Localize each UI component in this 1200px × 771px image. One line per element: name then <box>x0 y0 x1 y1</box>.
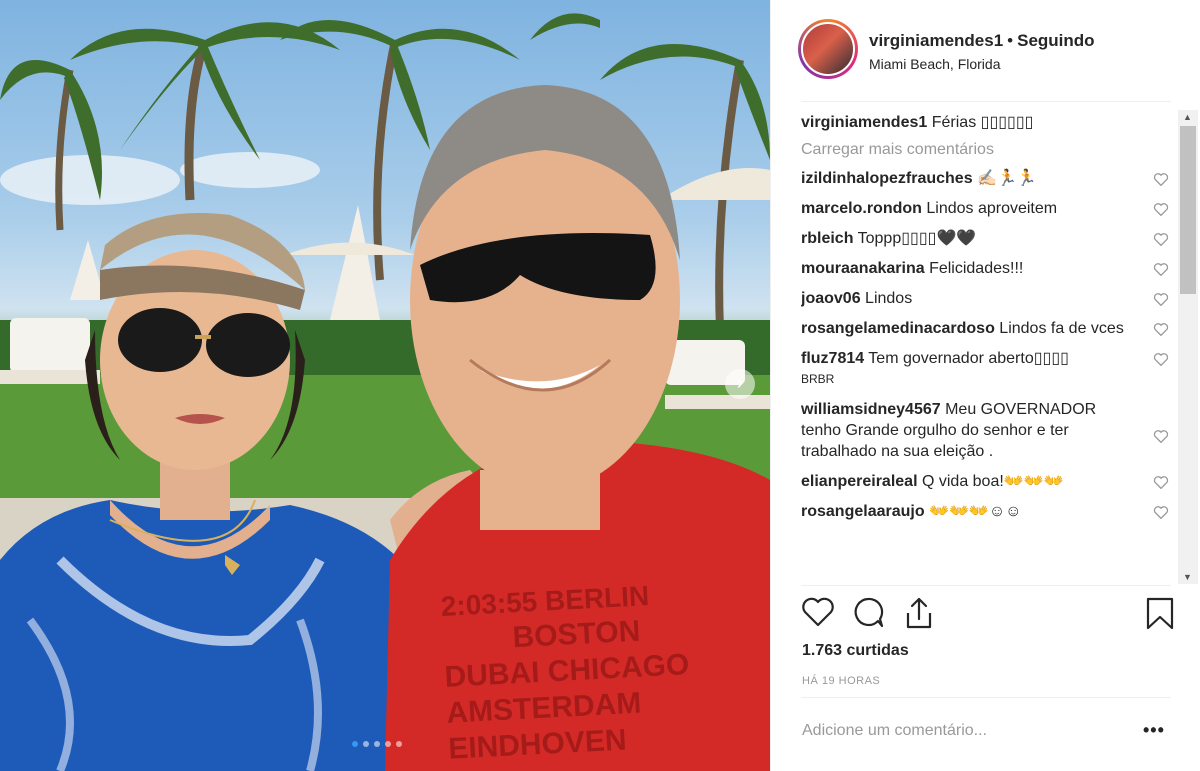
divider <box>801 101 1171 102</box>
more-options-icon[interactable]: ••• <box>1143 720 1165 741</box>
comment-text: Lindos fa de vces <box>999 320 1124 337</box>
comment-username[interactable]: izildinhalopezfrauches <box>801 170 973 187</box>
comment-text: Felicidades!!! <box>929 260 1024 277</box>
post-side-panel: virginiamendes1 • Seguindo Miami Beach, Fl… <box>770 0 1200 771</box>
shirt-print: 2:03:55 BERLIN BOSTON DUBAI CHICAGO AMST… <box>440 573 770 768</box>
comment-item: marcelo.rondon Lindos aproveitem <box>801 198 1179 219</box>
comment-text: Q vida boa!👐👐👐 <box>921 473 1064 490</box>
comments-list[interactable]: virginiamendes1 Férias ▯▯▯▯▯▯ Carregar m… <box>801 112 1179 586</box>
likes-count[interactable]: 1.763 curtidas <box>802 642 909 660</box>
bookmark-icon[interactable] <box>1143 595 1177 631</box>
comment-item: joaov06 Lindos <box>801 288 1179 309</box>
scroll-up-icon[interactable]: ▲ <box>1183 112 1192 122</box>
comment-username[interactable]: rosangelaaraujo <box>801 503 925 520</box>
carousel-dot <box>374 741 380 747</box>
heart-icon[interactable] <box>1153 429 1169 443</box>
scrollbar-thumb[interactable] <box>1180 126 1196 294</box>
comment-item: rbleich Toppp▯▯▯▯🖤🖤 <box>801 228 1179 249</box>
comment-text: Lindos <box>865 290 913 307</box>
carousel-dot <box>396 741 402 747</box>
heart-icon[interactable] <box>1153 322 1169 336</box>
heart-icon[interactable] <box>1153 292 1169 306</box>
comment-text: Lindos aproveitem <box>926 200 1058 217</box>
username-link[interactable]: virginiamendes1 <box>869 31 1003 50</box>
comment-item: fluz7814 Tem governador aberto▯▯▯▯ BRBR <box>801 348 1179 390</box>
comment-username[interactable]: rosangelamedinacardoso <box>801 320 995 337</box>
heart-icon[interactable] <box>1153 232 1169 246</box>
post-header: virginiamendes1 • Seguindo Miami Beach, Fl… <box>771 0 1200 100</box>
comment-item: williamsidney4567 Meu GOVERNADOR tenho G… <box>801 399 1179 462</box>
caption: virginiamendes1 Férias ▯▯▯▯▯▯ <box>801 112 1179 133</box>
comment-text: 👐👐👐☺☺ <box>929 503 1022 520</box>
carousel-indicator <box>352 741 402 747</box>
comments-scrollbar[interactable]: ▲ ▼ <box>1178 110 1198 584</box>
post-actions <box>801 595 1174 635</box>
next-photo-button[interactable]: › <box>725 369 755 399</box>
heart-icon[interactable] <box>1153 352 1169 366</box>
scroll-down-icon[interactable]: ▼ <box>1183 572 1192 582</box>
comment-username[interactable]: rbleich <box>801 230 853 247</box>
heart-icon[interactable] <box>1153 202 1169 216</box>
add-comment-input[interactable]: Adicione um comentário... <box>802 722 987 740</box>
carousel-dot <box>363 741 369 747</box>
comment-text-extra: BRBR <box>801 372 835 386</box>
caption-text: Férias ▯▯▯▯▯▯ <box>931 114 1034 131</box>
comment-username[interactable]: mouraanakarina <box>801 260 925 277</box>
following-button[interactable]: Seguindo <box>1017 31 1094 50</box>
divider <box>801 697 1171 698</box>
heart-icon[interactable] <box>1153 262 1169 276</box>
carousel-dot <box>385 741 391 747</box>
heart-icon[interactable] <box>1153 505 1169 519</box>
comment-username[interactable]: marcelo.rondon <box>801 200 922 217</box>
load-more-comments-link[interactable]: Carregar mais comentários <box>801 141 1179 159</box>
comment-username[interactable]: elianpereiraleal <box>801 473 918 490</box>
post-photo[interactable]: 2:03:55 BERLIN BOSTON DUBAI CHICAGO AMST… <box>0 0 770 771</box>
caption-username[interactable]: virginiamendes1 <box>801 114 927 131</box>
comment-item: elianpereiraleal Q vida boa!👐👐👐 <box>801 471 1179 492</box>
divider <box>801 585 1171 586</box>
carousel-dot <box>352 741 358 747</box>
separator: • <box>1007 31 1014 50</box>
avatar-image <box>801 22 855 76</box>
comment-username[interactable]: joaov06 <box>801 290 861 307</box>
user-line: virginiamendes1 • Seguindo <box>869 31 1095 51</box>
location-link[interactable]: Miami Beach, Florida <box>869 56 1001 72</box>
post-timestamp[interactable]: HÁ 19 HORAS <box>802 675 880 687</box>
comment-item: rosangelaaraujo 👐👐👐☺☺ <box>801 501 1179 522</box>
comment-username[interactable]: williamsidney4567 <box>801 401 941 418</box>
comment-text: ✍🏻🏃🏃 <box>977 170 1037 187</box>
heart-icon[interactable] <box>801 595 835 631</box>
comment-item: izildinhalopezfrauches ✍🏻🏃🏃 <box>801 168 1179 189</box>
comment-username[interactable]: fluz7814 <box>801 350 864 367</box>
comment-bubble-icon[interactable] <box>851 595 885 631</box>
comment-item: mouraanakarina Felicidades!!! <box>801 258 1179 279</box>
share-icon[interactable] <box>902 595 936 631</box>
comment-item: rosangelamedinacardoso Lindos fa de vces <box>801 318 1179 339</box>
heart-icon[interactable] <box>1153 172 1169 186</box>
comment-text: Toppp▯▯▯▯🖤🖤 <box>857 230 977 247</box>
comment-text: Tem governador aberto▯▯▯▯ <box>868 350 1069 367</box>
heart-icon[interactable] <box>1153 475 1169 489</box>
avatar[interactable] <box>798 19 858 79</box>
